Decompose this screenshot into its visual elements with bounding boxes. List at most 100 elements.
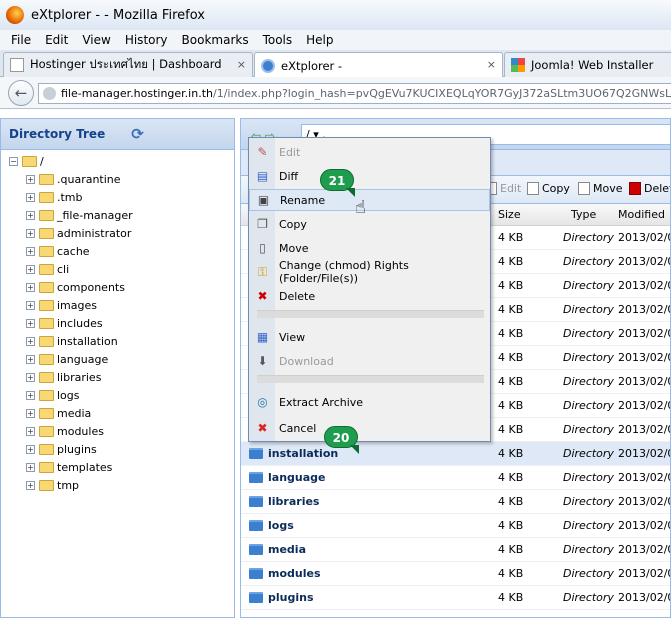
tree-folder[interactable]: + installation [26,332,118,350]
collapse-icon[interactable]: − [9,156,18,166]
tree-folder[interactable]: + cli [26,260,69,278]
menu-edit[interactable]: Edit [45,33,68,47]
tree-folder[interactable]: + logs [26,386,80,404]
column-modified[interactable]: Modified [618,208,665,221]
expand-icon[interactable]: + [26,390,35,400]
context-menu-item-delete[interactable]: ✖ Delete [249,285,490,307]
expand-icon[interactable]: + [26,228,35,238]
expand-icon[interactable]: + [26,444,35,454]
folder-icon [249,568,263,579]
expand-icon[interactable]: + [26,354,35,364]
expand-icon[interactable]: + [26,426,35,436]
table-row[interactable]: logs 4 KB Directory 2013/02/09 [241,514,670,538]
row-modified: 2013/02/09 [618,447,670,460]
context-menu-item-download[interactable]: ⬇ Download [249,350,490,372]
tree-folder[interactable]: + plugins [26,440,97,458]
tree-folder[interactable]: + language [26,350,108,368]
tree-root[interactable]: − / [9,152,44,170]
tree-folder[interactable]: + includes [26,314,103,332]
row-name: modules [268,567,321,580]
context-menu-item-move[interactable]: ▯ Move [249,237,490,259]
context-menu-item-change[interactable]: ⚿ Change (chmod) Rights (Folder/File(s)) [249,259,490,285]
toolbar-move-button[interactable]: Move [578,182,623,195]
row-modified: 2013/02/09 [618,543,670,556]
tree-folder[interactable]: + .quarantine [26,170,121,188]
tree-folder[interactable]: + images [26,296,97,314]
context-menu-item-copy[interactable]: ❐ Copy [249,213,490,235]
toolbar-copy-label: Copy [542,182,570,195]
back-button[interactable]: ← [8,80,34,106]
toolbar-copy-button[interactable]: Copy [527,182,570,195]
folder-icon [249,496,263,507]
folder-icon [39,245,54,257]
menu-file[interactable]: File [11,33,31,47]
column-size[interactable]: Size [498,208,521,221]
table-row[interactable]: libraries 4 KB Directory 2013/02/09 [241,490,670,514]
url-bar[interactable]: file-manager.hostinger.in.th/1/index.php… [38,83,671,104]
expand-icon[interactable]: + [26,264,35,274]
tree-folder[interactable]: + cache [26,242,90,260]
expand-icon[interactable]: + [26,408,35,418]
row-type: Directory [563,231,614,244]
close-tab-icon[interactable]: × [487,58,496,71]
context-menu-item-extract[interactable]: ◎ Extract Archive [249,391,490,413]
table-row[interactable]: language 4 KB Directory 2013/02/09 [241,466,670,490]
cancel-icon: ✖ [257,420,268,435]
url-host: file-manager.hostinger.in.th [61,87,213,100]
context-menu-item-rename[interactable]: ▣ Rename [249,189,490,211]
toolbar-edit-label: Edit [500,182,522,195]
menu-help[interactable]: Help [306,33,333,47]
row-type: Directory [563,567,614,580]
step-callout-21: 21 [320,169,355,197]
context-menu-item-cancel[interactable]: ✖ Cancel [249,417,490,439]
expand-icon[interactable]: + [26,462,35,472]
row-name: language [268,471,326,484]
context-menu-item-diff[interactable]: ▤ Diff [249,165,490,187]
tree-folder[interactable]: + .tmb [26,188,83,206]
context-menu-label: Download [279,354,334,368]
tree-folder[interactable]: + libraries [26,368,101,386]
row-type: Directory [563,447,614,460]
expand-icon[interactable]: + [26,282,35,292]
menu-bookmarks[interactable]: Bookmarks [182,33,249,47]
expand-icon[interactable]: + [26,480,35,490]
table-row[interactable]: modules 4 KB Directory 2013/02/09 [241,562,670,586]
expand-icon[interactable]: + [26,210,35,220]
tree-folder[interactable]: + administrator [26,224,131,242]
row-modified: 2013/02/09 [618,231,670,244]
menu-history[interactable]: History [125,33,168,47]
tree-folder[interactable]: + tmp [26,476,79,494]
menu-bar: File Edit View History Bookmarks Tools H… [0,30,671,50]
context-menu-item-edit[interactable]: ✎ Edit [249,141,490,163]
tree-folder[interactable]: + modules [26,422,104,440]
expand-icon[interactable]: + [26,318,35,328]
expand-icon[interactable]: + [26,336,35,346]
close-tab-icon[interactable]: × [237,58,246,71]
table-row[interactable]: installation 4 KB Directory 2013/02/09 [241,442,670,466]
expand-icon[interactable]: + [26,300,35,310]
expand-icon[interactable]: + [26,372,35,382]
expand-icon[interactable]: + [26,174,35,184]
row-size: 4 KB [498,351,524,364]
tree-folder[interactable]: + templates [26,458,112,476]
tree-folder[interactable]: + media [26,404,91,422]
menu-view[interactable]: View [82,33,110,47]
toolbar-delete-button[interactable]: Delete [629,182,670,195]
table-row[interactable]: plugins 4 KB Directory 2013/02/09 [241,586,670,610]
row-type: Directory [563,279,614,292]
tree-folder[interactable]: + components [26,278,125,296]
tree-folder[interactable]: + _file-manager [26,206,133,224]
site-identity-icon[interactable] [43,87,56,100]
expand-icon[interactable]: + [26,192,35,202]
tree-folder-label: plugins [57,442,97,456]
tab-extplorer[interactable]: eXtplorer - × [254,52,503,78]
column-type[interactable]: Type [571,208,596,221]
refresh-icon[interactable]: ⟳ [131,125,144,143]
context-menu-label: Edit [279,145,301,159]
tab-joomla-installer[interactable]: Joomla! Web Installer [504,52,671,77]
expand-icon[interactable]: + [26,246,35,256]
context-menu-item-view[interactable]: ▦ View [249,326,490,348]
menu-tools[interactable]: Tools [263,33,293,47]
table-row[interactable]: media 4 KB Directory 2013/02/09 [241,538,670,562]
tab-hostinger-dashboard[interactable]: Hostinger ประเทศไทย | Dashboard × [3,52,253,77]
